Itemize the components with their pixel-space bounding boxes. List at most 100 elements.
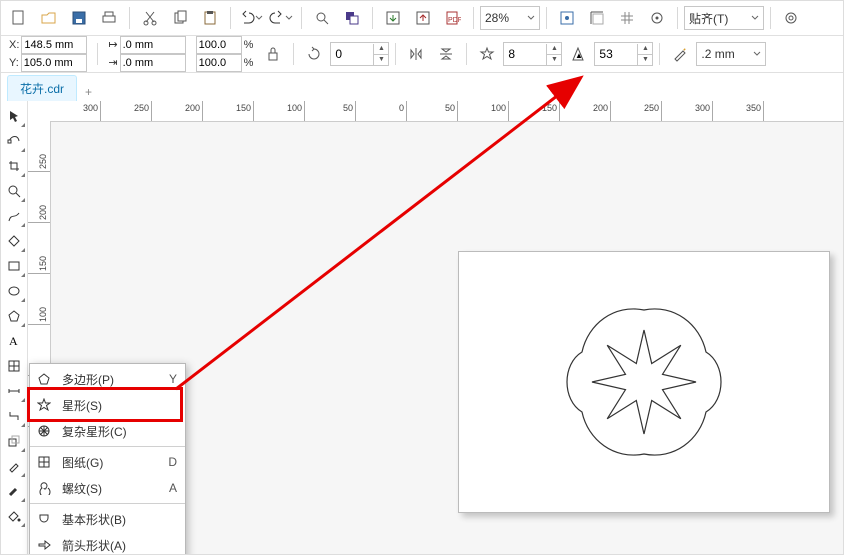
eyedropper-tool[interactable]	[3, 455, 25, 477]
menu-arrow-shapes-label: 箭头形状(A)	[62, 537, 177, 554]
x-label: X:	[9, 38, 19, 52]
zoom-tool[interactable]	[3, 180, 25, 202]
menu-basic-shapes[interactable]: 基本形状(B)	[30, 506, 185, 532]
lock-ratio-button[interactable]	[259, 41, 287, 67]
scale-y-input[interactable]	[196, 54, 242, 72]
effects-tool[interactable]	[3, 430, 25, 452]
y-label: Y:	[9, 56, 19, 70]
shape-tool[interactable]	[3, 130, 25, 152]
menu-graph-paper[interactable]: 图纸(G) D	[30, 449, 185, 475]
separator	[659, 43, 660, 65]
separator	[372, 7, 373, 29]
document-tab[interactable]: 花卉.cdr	[7, 75, 77, 101]
outline-width-value: .2 mm	[701, 47, 734, 61]
freehand-tool[interactable]	[3, 205, 25, 227]
width-input[interactable]	[120, 36, 186, 54]
horizontal-ruler[interactable]: 30025020015010050050100150200250300350	[50, 101, 843, 122]
percent-label: %	[244, 56, 254, 70]
import-button[interactable]	[379, 5, 407, 31]
mirror-v-button[interactable]	[432, 41, 460, 67]
menu-spiral-shortcut: A	[169, 481, 177, 495]
text-tool[interactable]: A	[3, 330, 25, 352]
rotation-input[interactable]: ▲▼	[330, 42, 389, 66]
star-sharpness-icon: ▲	[564, 41, 592, 67]
show-grid-button[interactable]	[613, 5, 641, 31]
fill-tool[interactable]	[3, 505, 25, 527]
outline-tool[interactable]	[3, 480, 25, 502]
complex-star-icon	[34, 424, 54, 438]
ellipse-tool[interactable]	[3, 280, 25, 302]
menu-separator	[30, 503, 185, 504]
spiral-icon	[34, 481, 54, 495]
snap-label: 贴齐(T)	[689, 10, 728, 27]
options-button[interactable]	[777, 5, 805, 31]
rotation-spinner[interactable]: ▲▼	[373, 44, 388, 65]
chevron-down-icon	[753, 50, 761, 58]
print-button[interactable]	[95, 5, 123, 31]
document-tab-bar: 花卉.cdr +	[1, 73, 843, 102]
document-tab-label: 花卉.cdr	[20, 82, 64, 96]
star-icon	[34, 398, 54, 412]
artboard[interactable]	[458, 251, 830, 513]
separator	[473, 7, 474, 29]
points-spinner[interactable]: ▲▼	[546, 44, 561, 65]
menu-star[interactable]: 星形(S)	[30, 392, 185, 418]
paste-button[interactable]	[196, 5, 224, 31]
new-button[interactable]	[5, 5, 33, 31]
copy-button[interactable]	[166, 5, 194, 31]
menu-arrow-shapes[interactable]: 箭头形状(A)	[30, 532, 185, 555]
snap-dropdown[interactable]: 贴齐(T)	[684, 6, 764, 30]
separator	[395, 43, 396, 65]
height-input[interactable]	[120, 54, 186, 72]
basic-shapes-icon	[34, 512, 54, 526]
mirror-h-button[interactable]	[402, 41, 430, 67]
menu-spiral[interactable]: 螺纹(S) A	[30, 475, 185, 501]
menu-star-label: 星形(S)	[62, 397, 169, 414]
add-tab-button[interactable]: +	[77, 83, 100, 101]
dimension-tool[interactable]	[3, 380, 25, 402]
zoom-value: 28%	[485, 11, 509, 25]
menu-spiral-label: 螺纹(S)	[62, 480, 161, 497]
redo-button[interactable]	[267, 5, 295, 31]
show-rulers-button[interactable]	[583, 5, 611, 31]
cut-button[interactable]	[136, 5, 164, 31]
show-guides-button[interactable]	[643, 5, 671, 31]
publish-button[interactable]: PDF	[439, 5, 467, 31]
undo-button[interactable]	[237, 5, 265, 31]
save-button[interactable]	[65, 5, 93, 31]
chevron-down-icon	[527, 14, 535, 22]
pick-tool[interactable]	[3, 105, 25, 127]
chevron-down-icon	[255, 14, 263, 22]
zoom-combo[interactable]: 28%	[480, 6, 540, 30]
crop-tool[interactable]	[3, 155, 25, 177]
ruler-corner[interactable]	[28, 101, 51, 122]
separator	[230, 7, 231, 29]
chevron-down-icon	[285, 14, 293, 22]
menu-polygon-shortcut: Y	[169, 372, 177, 386]
separator	[677, 7, 678, 29]
toolbox: A	[1, 101, 28, 554]
height-icon: ⇥	[108, 56, 117, 70]
chevron-down-icon	[751, 14, 759, 22]
connector-tool[interactable]	[3, 405, 25, 427]
open-button[interactable]	[35, 5, 63, 31]
rectangle-tool[interactable]	[3, 255, 25, 277]
width-icon: ↦	[108, 38, 117, 52]
polygon-tool[interactable]	[3, 305, 25, 327]
scale-x-input[interactable]	[196, 36, 242, 54]
star-sharpness-input[interactable]: ▲▼	[594, 42, 653, 66]
smart-fill-tool[interactable]	[3, 230, 25, 252]
search-button[interactable]	[308, 5, 336, 31]
launch-button[interactable]	[338, 5, 366, 31]
x-position-input[interactable]	[21, 36, 87, 54]
table-tool[interactable]	[3, 355, 25, 377]
menu-polygon-label: 多边形(P)	[62, 371, 161, 388]
sharpness-spinner[interactable]: ▲▼	[637, 44, 652, 65]
menu-polygon[interactable]: 多边形(P) Y	[30, 366, 185, 392]
outline-width-combo[interactable]: .2 mm	[696, 42, 766, 66]
menu-complex-star[interactable]: 复杂星形(C)	[30, 418, 185, 444]
star-points-input[interactable]: ▲▼	[503, 42, 562, 66]
fullscreen-button[interactable]	[553, 5, 581, 31]
y-position-input[interactable]	[21, 54, 87, 72]
export-button[interactable]	[409, 5, 437, 31]
